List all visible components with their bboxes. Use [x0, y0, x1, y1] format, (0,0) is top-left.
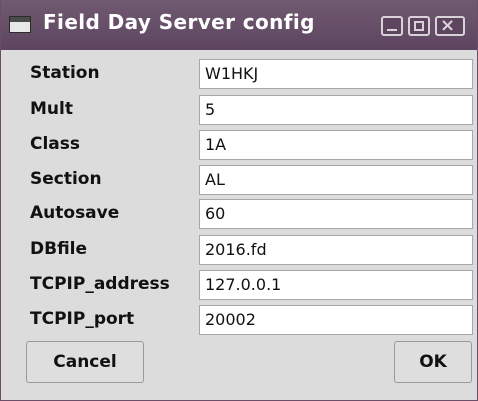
form-row-autosave: Autosave 60: [1, 199, 477, 229]
form-row-tcpip-address: TCPIP_address 127.0.0.1: [1, 270, 477, 300]
tcpip-address-input[interactable]: 127.0.0.1: [199, 270, 473, 300]
form-row-tcpip-port: TCPIP_port 20002: [1, 305, 477, 335]
minimize-icon: [387, 29, 397, 31]
config-dialog: Field Day Server config × Station W1HKJ …: [0, 0, 478, 401]
section-label: Section: [30, 169, 102, 189]
dbfile-input[interactable]: 2016.fd: [199, 235, 473, 265]
autosave-label: Autosave: [30, 203, 120, 223]
minimize-button[interactable]: [381, 16, 403, 36]
form-row-dbfile: DBfile 2016.fd: [1, 235, 477, 265]
mult-label: Mult: [30, 99, 73, 119]
dbfile-label: DBfile: [30, 239, 88, 259]
form-row-mult: Mult 5: [1, 95, 477, 125]
class-input[interactable]: 1A: [199, 130, 473, 160]
station-label: Station: [30, 63, 100, 83]
cancel-button[interactable]: Cancel: [26, 341, 144, 383]
class-label: Class: [30, 134, 81, 154]
station-input[interactable]: W1HKJ: [199, 59, 473, 89]
window-app-icon[interactable]: [9, 16, 31, 33]
close-icon: ×: [440, 15, 456, 36]
tcpip-port-label: TCPIP_port: [30, 309, 135, 329]
tcpip-port-input[interactable]: 20002: [199, 305, 473, 335]
section-input[interactable]: AL: [199, 165, 473, 195]
form-row-class: Class 1A: [1, 130, 477, 160]
close-button[interactable]: ×: [435, 16, 465, 36]
ok-button[interactable]: OK: [394, 341, 472, 383]
form-row-station: Station W1HKJ: [1, 59, 477, 89]
maximize-button[interactable]: [408, 16, 430, 36]
maximize-icon: [414, 21, 424, 31]
form-row-section: Section AL: [1, 165, 477, 195]
autosave-input[interactable]: 60: [199, 199, 473, 229]
title-bar[interactable]: Field Day Server config ×: [1, 0, 477, 50]
mult-input[interactable]: 5: [199, 95, 473, 125]
tcpip-address-label: TCPIP_address: [30, 274, 170, 294]
window-title: Field Day Server config: [43, 10, 315, 34]
